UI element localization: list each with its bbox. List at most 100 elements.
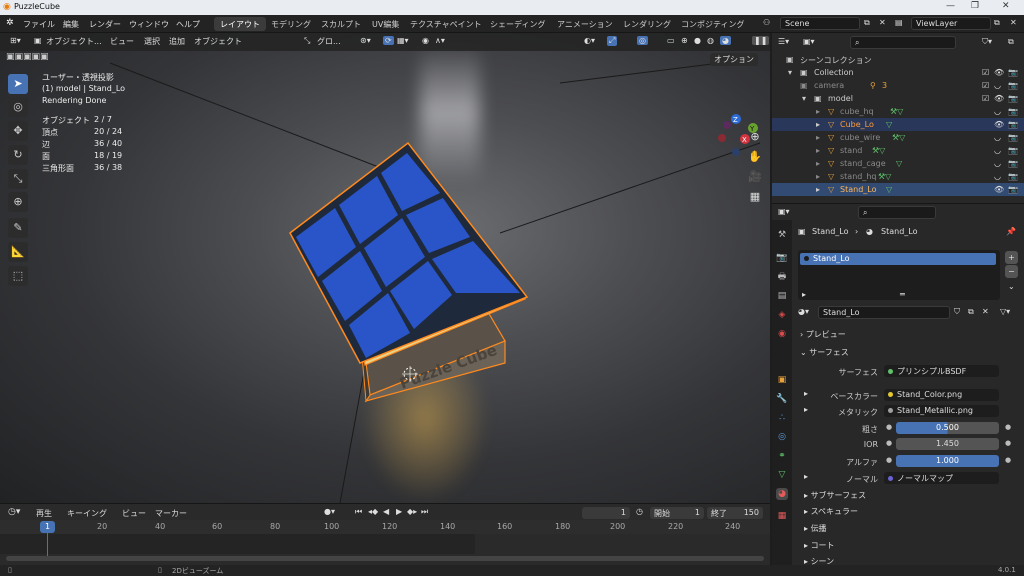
timeline-scrollbar[interactable] (6, 556, 764, 561)
scene-tab-icon[interactable]: ◈ (776, 309, 788, 321)
gizmo-neg-x[interactable] (718, 134, 726, 142)
outliner-collection[interactable]: ▾ ▣ Collection ☑ 👁 📷 (772, 66, 1024, 79)
texture-tab-icon[interactable]: ▦ (776, 510, 788, 522)
delete-scene-icon[interactable]: ✕ (879, 18, 886, 27)
move-tool-icon[interactable]: ✥ (8, 121, 28, 141)
list-expand-icon[interactable]: ▸ (802, 290, 806, 299)
data-tab-icon[interactable]: ▽ (776, 469, 788, 481)
menu-timeline-view[interactable]: ビュー (122, 508, 146, 519)
modifier-tab-icon[interactable]: 🔧 (776, 393, 788, 405)
menu-edit[interactable]: 編集 (63, 19, 79, 30)
keyframe-dot-icon[interactable]: ● (1005, 423, 1011, 431)
alpha-slider[interactable]: 1.000 (896, 455, 999, 467)
camera-icon[interactable]: 📷 (1008, 120, 1018, 129)
camera-icon[interactable]: 📷 (1008, 68, 1018, 77)
zoom-icon[interactable]: ⊕ (746, 128, 764, 146)
surface-shader-field[interactable]: プリンシプルBSDF (884, 365, 999, 377)
eye-icon[interactable]: 👁 (994, 120, 1004, 129)
gizmo-neg-z[interactable] (732, 148, 740, 156)
options-dropdown[interactable]: オプション (710, 53, 758, 66)
eye-icon[interactable]: ◡ (994, 133, 1001, 142)
panel-subsurface[interactable]: ▸ サブサーフェス (804, 490, 866, 501)
panel-transmission[interactable]: ▸ 伝播 (804, 523, 827, 534)
fake-user-icon[interactable]: ⛉ (954, 307, 960, 317)
tab-compositing[interactable]: コンポジティング (675, 17, 751, 31)
play-icon[interactable]: ▶ (396, 507, 402, 516)
delete-view-layer-icon[interactable]: ✕ (1010, 18, 1017, 27)
eye-icon[interactable]: ◡ (994, 146, 1001, 155)
panel-coat[interactable]: ▸ コート (804, 540, 835, 551)
add-slot-button[interactable]: + (1005, 251, 1018, 264)
eye-icon[interactable]: 👁 (994, 68, 1004, 77)
unlink-material-icon[interactable]: ✕ (982, 307, 989, 316)
eye-icon[interactable]: ◡ (994, 81, 1001, 90)
menu-add[interactable]: 追加 (169, 36, 185, 47)
proportional-edit-icon[interactable]: ◉ (422, 36, 429, 45)
normal-field[interactable]: ノーマルマップ (884, 472, 999, 484)
menu-view[interactable]: ビュー (110, 36, 134, 47)
falloff-icon[interactable]: ∧▾ (435, 36, 445, 45)
tab-rendering[interactable]: レンダリング (617, 17, 677, 31)
keyframe-dot-icon[interactable]: ● (1005, 456, 1011, 464)
select-mode-icons[interactable]: ▣▣▣▣▣ (6, 52, 49, 62)
shading-solid-icon[interactable]: ● (694, 36, 701, 45)
link-mode-icon[interactable]: ▽▾ (1000, 307, 1010, 316)
outliner-item[interactable]: ▸ ▽ Cube_Lo ▽ 👁 📷 (772, 118, 1024, 131)
scene-icon[interactable]: ⚇ (763, 18, 770, 27)
properties-search-input[interactable]: ⌕ (858, 206, 936, 219)
panel-surface[interactable]: ⌄ サーフェス (800, 347, 849, 358)
roughness-slider[interactable]: 0.500 (896, 422, 999, 434)
scene-selector[interactable]: Scene (780, 17, 860, 30)
snap-icon[interactable]: ⟳ (383, 36, 394, 45)
pause-render-icon[interactable]: ❚❚ (752, 36, 770, 45)
record-icon[interactable]: ●▾ (324, 507, 335, 516)
ior-field[interactable]: 1.450 (896, 438, 999, 450)
pin-icon[interactable]: 📌 (1006, 227, 1016, 236)
overlay-toggle-icon[interactable]: ◎ (637, 36, 648, 45)
mode-selector[interactable]: オブジェクト... (46, 36, 102, 47)
socket-icon[interactable]: ● (886, 439, 892, 447)
panel-sheen[interactable]: ▸ シーン (804, 556, 834, 565)
view-layer-selector[interactable]: ViewLayer (911, 17, 991, 30)
menu-help[interactable]: ヘルプ (176, 19, 200, 30)
grid-toggle-icon[interactable]: ▦ (746, 188, 764, 206)
blender-menu-icon[interactable]: ✲ (6, 18, 14, 28)
filter-icon[interactable]: ⛉▾ (982, 37, 992, 47)
eye-icon[interactable]: ◡ (994, 172, 1001, 181)
visibility-icon[interactable]: ◐▾ (584, 36, 595, 45)
material-name-field[interactable]: Stand_Lo (818, 306, 950, 319)
output-tab-icon[interactable]: 🖶 (776, 271, 788, 283)
jump-end-icon[interactable]: ⏭ (421, 507, 428, 517)
view-layer-icon[interactable]: ▤ (895, 18, 903, 27)
new-scene-icon[interactable]: ⧉ (864, 18, 870, 28)
duplicate-material-icon[interactable]: ⧉ (968, 307, 974, 317)
shading-rendered-icon[interactable]: ◕ (720, 36, 731, 45)
constraints-tab-icon[interactable]: ⚭ (776, 450, 788, 462)
menu-render[interactable]: レンダー (89, 19, 121, 30)
camera-icon[interactable]: 📷 (1008, 172, 1018, 181)
panel-preview[interactable]: › プレビュー (800, 329, 846, 340)
tool-tab-icon[interactable]: ⚒ (776, 229, 788, 241)
material-slot-item[interactable]: Stand_Lo (800, 253, 996, 265)
menu-playback[interactable]: 再生 (36, 508, 52, 519)
next-keyframe-icon[interactable]: ◆▸ (407, 507, 417, 516)
socket-icon[interactable]: ● (886, 456, 892, 464)
physics-tab-icon[interactable]: ◎ (776, 431, 788, 443)
editor-type-icon[interactable]: ⊞▾ (10, 36, 21, 45)
panel-specular[interactable]: ▸ スペキュラー (804, 506, 858, 517)
remove-slot-button[interactable]: − (1005, 265, 1018, 278)
select-tool-icon[interactable]: ➤ (8, 74, 28, 94)
snap-target-icon[interactable]: ▦▾ (397, 36, 409, 45)
measure-tool-icon[interactable]: 📐 (8, 242, 28, 262)
start-frame-field[interactable]: 開始 1 (650, 507, 704, 519)
eye-icon[interactable]: 👁 (994, 94, 1004, 103)
add-cube-tool-icon[interactable]: ⬚ (8, 266, 28, 286)
browse-material-icon[interactable]: ◕▾ (798, 307, 809, 316)
camera-icon[interactable]: 📷 (1008, 185, 1018, 194)
jump-start-icon[interactable]: ⏮ (355, 507, 362, 517)
cursor-tool-icon[interactable]: ◎ (8, 97, 28, 117)
camera-view-icon[interactable]: 🎥 (746, 168, 764, 186)
outliner-editor-icon[interactable]: ☰▾ (778, 37, 789, 46)
annotate-tool-icon[interactable]: ✎ (8, 218, 28, 238)
outliner-item[interactable]: ▣ camera ⚲ 3 ☑ ◡ 📷 (772, 79, 1024, 92)
